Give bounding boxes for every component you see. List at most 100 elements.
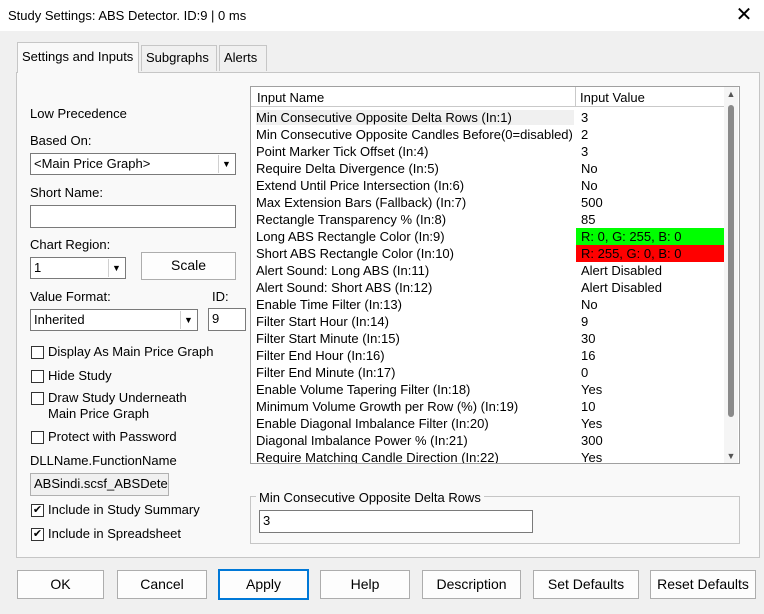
- input-value-cell[interactable]: Alert Disabled: [576, 279, 724, 296]
- display-as-main-checkbox[interactable]: [31, 346, 44, 359]
- input-value-cell[interactable]: No: [576, 160, 724, 177]
- column-header-input-value[interactable]: Input Value: [580, 90, 645, 105]
- input-name-cell[interactable]: Extend Until Price Intersection (In:6): [256, 178, 574, 193]
- value-format-select[interactable]: Inherited ▼: [30, 309, 198, 331]
- table-row[interactable]: Require Delta Divergence (In:5) No: [251, 160, 726, 177]
- scroll-down-icon[interactable]: ▼: [724, 451, 738, 461]
- input-value-cell[interactable]: R: 0, G: 255, B: 0: [576, 228, 724, 245]
- input-value-cell[interactable]: 3: [576, 109, 724, 126]
- include-summary-checkbox[interactable]: ✔: [31, 504, 44, 517]
- protect-password-checkbox[interactable]: [31, 431, 44, 444]
- input-name-cell[interactable]: Point Marker Tick Offset (In:4): [256, 144, 574, 159]
- input-value-cell[interactable]: Yes: [576, 449, 724, 463]
- input-name-cell[interactable]: Filter Start Minute (In:15): [256, 331, 574, 346]
- input-value-cell[interactable]: 10: [576, 398, 724, 415]
- table-row[interactable]: Enable Diagonal Imbalance Filter (In:20)…: [251, 415, 726, 432]
- input-name-cell[interactable]: Enable Volume Tapering Filter (In:18): [256, 382, 574, 397]
- input-value-cell[interactable]: 2: [576, 126, 724, 143]
- draw-underneath-checkbox[interactable]: [31, 392, 44, 405]
- hide-study-checkbox[interactable]: [31, 370, 44, 383]
- input-name-cell[interactable]: Diagonal Imbalance Power % (In:21): [256, 433, 574, 448]
- table-row[interactable]: Filter Start Hour (In:14) 9: [251, 313, 726, 330]
- input-value-cell[interactable]: 0: [576, 364, 724, 381]
- input-value-cell[interactable]: Yes: [576, 381, 724, 398]
- input-name-cell[interactable]: Long ABS Rectangle Color (In:9): [256, 229, 574, 244]
- include-spreadsheet-checkbox[interactable]: ✔: [31, 528, 44, 541]
- table-row[interactable]: Filter End Hour (In:16) 16: [251, 347, 726, 364]
- tab-settings-and-inputs[interactable]: Settings and Inputs: [17, 42, 139, 73]
- table-row[interactable]: Max Extension Bars (Fallback) (In:7) 500: [251, 194, 726, 211]
- cancel-button[interactable]: Cancel: [117, 570, 207, 599]
- input-value-cell[interactable]: 3: [576, 143, 724, 160]
- scrollbar-thumb[interactable]: [728, 105, 734, 417]
- table-row[interactable]: Point Marker Tick Offset (In:4) 3: [251, 143, 726, 160]
- input-name-cell[interactable]: Filter Start Hour (In:14): [256, 314, 574, 329]
- input-name-cell[interactable]: Min Consecutive Opposite Candles Before(…: [256, 127, 574, 142]
- input-name-cell[interactable]: Min Consecutive Opposite Delta Rows (In:…: [256, 110, 574, 125]
- input-name-cell[interactable]: Enable Diagonal Imbalance Filter (In:20): [256, 416, 574, 431]
- table-row[interactable]: Enable Time Filter (In:13) No: [251, 296, 726, 313]
- input-value-field[interactable]: 3: [259, 510, 533, 533]
- input-name-cell[interactable]: Filter End Minute (In:17): [256, 365, 574, 380]
- input-value-cell[interactable]: R: 255, G: 0, B: 0: [576, 245, 724, 262]
- tab-alerts[interactable]: Alerts: [219, 45, 267, 71]
- input-name-cell[interactable]: Max Extension Bars (Fallback) (In:7): [256, 195, 574, 210]
- apply-button[interactable]: Apply: [218, 569, 309, 600]
- input-name-cell[interactable]: Rectangle Transparency % (In:8): [256, 212, 574, 227]
- description-button[interactable]: Description: [422, 570, 521, 599]
- table-row[interactable]: Minimum Volume Growth per Row (%) (In:19…: [251, 398, 726, 415]
- table-row[interactable]: Min Consecutive Opposite Candles Before(…: [251, 126, 726, 143]
- input-name-cell[interactable]: Enable Time Filter (In:13): [256, 297, 574, 312]
- chevron-down-icon[interactable]: ▼: [218, 155, 234, 173]
- input-value-cell[interactable]: 30: [576, 330, 724, 347]
- input-value-cell[interactable]: No: [576, 177, 724, 194]
- input-name-cell[interactable]: Filter End Hour (In:16): [256, 348, 574, 363]
- input-value-cell[interactable]: 16: [576, 347, 724, 364]
- help-button[interactable]: Help: [320, 570, 410, 599]
- dll-function-field[interactable]: ABSindi.scsf_ABSDete: [30, 473, 169, 496]
- table-row[interactable]: Require Matching Candle Direction (In:22…: [251, 449, 726, 463]
- table-row[interactable]: Filter Start Minute (In:15) 30: [251, 330, 726, 347]
- table-row[interactable]: Diagonal Imbalance Power % (In:21) 300: [251, 432, 726, 449]
- input-name-cell[interactable]: Short ABS Rectangle Color (In:10): [256, 246, 574, 261]
- scale-button[interactable]: Scale: [141, 252, 236, 280]
- set-defaults-button[interactable]: Set Defaults: [533, 570, 639, 599]
- input-value-cell[interactable]: 85: [576, 211, 724, 228]
- table-row[interactable]: Rectangle Transparency % (In:8) 85: [251, 211, 726, 228]
- input-name-cell[interactable]: Require Delta Divergence (In:5): [256, 161, 574, 176]
- id-input[interactable]: 9: [208, 308, 246, 331]
- reset-defaults-button[interactable]: Reset Defaults: [650, 570, 756, 599]
- based-on-select[interactable]: <Main Price Graph> ▼: [30, 153, 236, 175]
- input-name-cell[interactable]: Minimum Volume Growth per Row (%) (In:19…: [256, 399, 574, 414]
- input-name-cell[interactable]: Require Matching Candle Direction (In:22…: [256, 450, 574, 463]
- column-divider[interactable]: [575, 87, 576, 106]
- input-value-cell[interactable]: No: [576, 296, 724, 313]
- input-name-cell[interactable]: Alert Sound: Long ABS (In:11): [256, 263, 574, 278]
- table-row[interactable]: Alert Sound: Short ABS (In:12) Alert Disa…: [251, 279, 726, 296]
- table-row[interactable]: Extend Until Price Intersection (In:6) No: [251, 177, 726, 194]
- tab-subgraphs[interactable]: Subgraphs: [141, 45, 217, 71]
- table-row[interactable]: Enable Volume Tapering Filter (In:18) Yes: [251, 381, 726, 398]
- close-icon[interactable]: ✕: [730, 1, 758, 29]
- input-value-cell[interactable]: 500: [576, 194, 724, 211]
- input-value-cell[interactable]: Yes: [576, 415, 724, 432]
- short-name-input[interactable]: [30, 205, 236, 228]
- column-header-input-name[interactable]: Input Name: [257, 90, 324, 105]
- chart-region-value: 1: [34, 260, 42, 275]
- table-row[interactable]: Min Consecutive Opposite Delta Rows (In:…: [251, 109, 726, 126]
- input-value-cell[interactable]: Alert Disabled: [576, 262, 724, 279]
- vertical-scrollbar[interactable]: ▲ ▼: [724, 87, 738, 463]
- chevron-down-icon[interactable]: ▼: [108, 259, 124, 277]
- table-row[interactable]: Alert Sound: Long ABS (In:11) Alert Disab…: [251, 262, 726, 279]
- chevron-down-icon[interactable]: ▼: [180, 311, 196, 329]
- input-value-cell[interactable]: 300: [576, 432, 724, 449]
- scroll-up-icon[interactable]: ▲: [724, 89, 738, 99]
- input-value-cell[interactable]: 9: [576, 313, 724, 330]
- table-row[interactable]: Long ABS Rectangle Color (In:9) R: 0, G: …: [251, 228, 726, 245]
- input-name-cell[interactable]: Alert Sound: Short ABS (In:12): [256, 280, 574, 295]
- table-row[interactable]: Filter End Minute (In:17) 0: [251, 364, 726, 381]
- ok-button[interactable]: OK: [17, 570, 104, 599]
- table-row[interactable]: Short ABS Rectangle Color (In:10) R: 255,…: [251, 245, 726, 262]
- chart-region-select[interactable]: 1 ▼: [30, 257, 126, 279]
- window-title: Study Settings: ABS Detector. ID:9 | 0 m…: [8, 8, 247, 23]
